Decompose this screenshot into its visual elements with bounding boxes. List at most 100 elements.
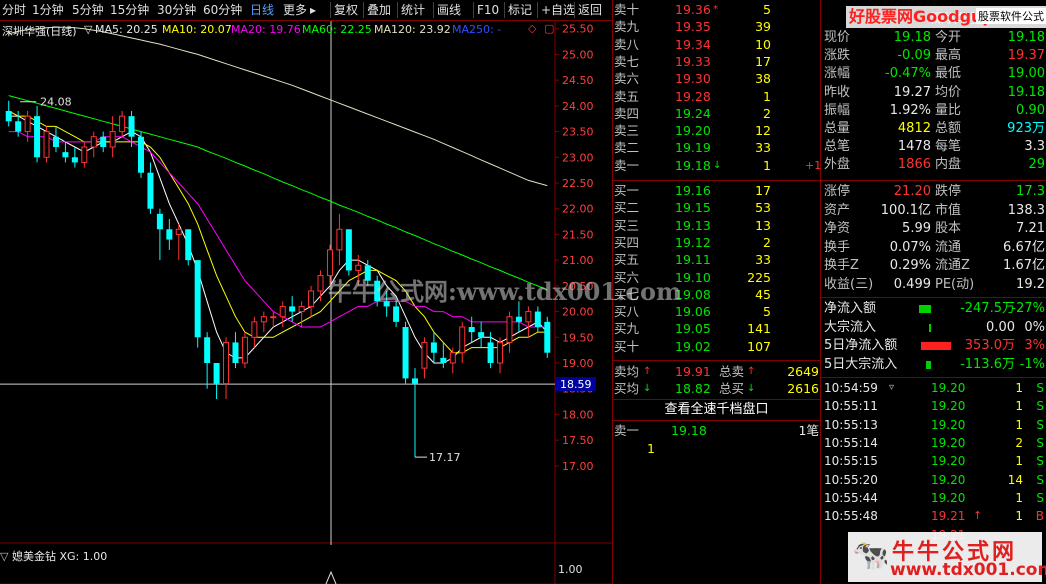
sell-level-row[interactable]: 卖二 19.19 33 <box>613 139 819 156</box>
stat-row: 振幅 1.92% 量比 0.90 <box>821 102 1046 120</box>
ob-volume: 5 <box>763 304 771 320</box>
toolbar-item-13[interactable]: 标记 <box>508 3 532 18</box>
toolbar-item-6[interactable]: 日线 <box>250 3 274 18</box>
toolbar-item-14[interactable]: +自选 <box>541 3 575 18</box>
ma10-label: MA10: 20.07 <box>162 23 232 36</box>
toolbar-item-10[interactable]: 统计 <box>401 3 425 18</box>
tick-row: 10:55:13 19.20 1 S <box>821 417 1046 433</box>
toolbar-item-1[interactable]: 1分钟 <box>32 3 64 18</box>
ma-legend: 深圳华强(日线) ▽ MA5: 20.25 MA10: 20.07 MA20: … <box>0 21 612 38</box>
stat-value: 0.07% <box>889 239 931 255</box>
sell-level-row[interactable]: 卖三 19.20 12 <box>613 122 819 139</box>
ob-price: 19.30 <box>675 71 711 87</box>
stock-title: 深圳华强(日线) <box>2 25 77 38</box>
candle-body <box>62 152 69 158</box>
ob-volume: 45 <box>755 286 771 302</box>
ob-level-label: 卖九 <box>614 19 640 35</box>
candle-body <box>156 213 163 230</box>
more-arrow-icon[interactable]: ▸ <box>310 3 316 18</box>
ob-level-label: 买四 <box>614 234 640 250</box>
flow-value: -113.6万 <box>960 356 1015 372</box>
ob-level-label: 卖八 <box>614 36 640 52</box>
buy-level-row[interactable]: 买二 19.15 53 <box>613 199 819 216</box>
buy-level-row[interactable]: 买四 19.12 2 <box>613 234 819 251</box>
stat-value: 1866 <box>897 157 931 173</box>
stat-label: 涨幅 <box>824 66 851 82</box>
candle-body <box>90 136 97 148</box>
buy-level-row[interactable]: 买九 19.05 141 <box>613 320 819 337</box>
candle-body <box>166 229 173 240</box>
book-divider <box>613 399 820 400</box>
candle-body <box>534 311 541 327</box>
toolbar-item-7[interactable]: 更多 <box>283 3 307 18</box>
ob-volume: 141 <box>747 321 771 337</box>
sell-level-row[interactable]: 卖八 19.34 10 <box>613 36 819 53</box>
stat-value: 138.3 <box>1007 202 1045 218</box>
stat-label: 振幅 <box>824 102 851 118</box>
buy-level-row[interactable]: 买五 19.11 33 <box>613 251 819 268</box>
sell-level-row[interactable]: 卖七 19.33 17 <box>613 53 819 70</box>
toolbar-item-3[interactable]: 15分钟 <box>110 3 149 18</box>
ob-volume: 10 <box>755 36 771 52</box>
candle-body <box>440 357 447 363</box>
stat-value: 21.20 <box>893 184 931 199</box>
period-toolbar: 分时 1分钟 5分钟 15分钟 30分钟 60分钟 日线 更多 ▸ 复权 叠加 统计 画线 F10 标记 +自… <box>0 0 612 21</box>
ma60-label: MA60: 22.25 <box>302 23 372 36</box>
sell1-queue-row: 1 <box>647 441 655 456</box>
tick-dropdown-icon[interactable]: ▿ <box>889 380 894 396</box>
y-axis-label: 25.00 <box>562 48 594 61</box>
toolbar-item-15[interactable]: 返回 <box>578 3 602 18</box>
tick-time: 10:55:11 <box>824 399 878 414</box>
buy-level-row[interactable]: 买一 19.16 17 <box>613 182 819 199</box>
toolbar-item-8[interactable]: 复权 <box>334 3 358 18</box>
candle-body <box>241 336 248 364</box>
tick-time: 10:55:44 <box>824 490 878 505</box>
sell-level-row[interactable]: 卖六 19.30 38 <box>613 70 819 87</box>
ob-volume: 17 <box>755 53 771 69</box>
sell-level-row[interactable]: 卖五 19.28 1 <box>613 88 819 105</box>
stat-label: 换手Z <box>824 258 859 274</box>
sell-level-row[interactable]: 卖一 19.18 ↓ 1 +1 <box>613 157 821 174</box>
stat-label: 净资 <box>824 221 851 237</box>
buy-level-row[interactable]: 买十 19.02 107 <box>613 338 819 355</box>
flow-label: 5日大宗流入 <box>824 356 898 372</box>
candle-body <box>34 116 41 158</box>
candle-body <box>468 327 475 333</box>
toggle-icon[interactable]: ▽ <box>84 23 92 36</box>
tick-side: S <box>1036 399 1044 414</box>
toolbar-item-4[interactable]: 30分钟 <box>157 3 196 18</box>
ma250-label: MA250: - <box>452 23 502 36</box>
indicator-toggle-icon[interactable]: ▽ <box>0 550 8 563</box>
stat-value: 0.29% <box>889 258 931 274</box>
sell-level-row[interactable]: 卖十 19.36 * 5 <box>613 1 819 18</box>
toolbar-item-12[interactable]: F10 <box>477 3 499 18</box>
toolbar-item-2[interactable]: 5分钟 <box>72 3 104 18</box>
buy-level-row[interactable]: 买三 19.13 13 <box>613 217 819 234</box>
stat-value: 1.92% <box>889 102 931 118</box>
ob-level-label: 买三 <box>614 217 640 233</box>
flow-percent: -27% <box>1011 301 1045 316</box>
toolbar-item-9[interactable]: 叠加 <box>367 3 391 18</box>
window-close-icon[interactable]: ▢ <box>544 22 554 35</box>
ob-level-label: 买一 <box>614 183 640 198</box>
toolbar-item-11[interactable]: 画线 <box>437 3 461 18</box>
stat-label: 外盘 <box>824 157 851 173</box>
candle-body <box>204 337 211 363</box>
tick-row: 10:55:48 19.21 ↑ 1 B <box>821 508 1046 524</box>
sell-level-row[interactable]: 卖九 19.35 39 <box>613 18 819 35</box>
sell-level-row[interactable]: 卖四 19.24 2 <box>613 105 819 122</box>
ob-volume: 13 <box>755 217 771 233</box>
stat-label: 最高 <box>935 48 962 64</box>
book-divider <box>613 420 820 421</box>
ob-level-label: 卖二 <box>614 140 640 156</box>
candle-body <box>71 157 78 163</box>
toolbar-separator <box>363 2 364 18</box>
toolbar-item-0[interactable]: 分时 <box>2 3 26 18</box>
candle-body <box>459 326 466 354</box>
full-depth-button[interactable]: 查看全速千档盘口 <box>613 401 820 419</box>
top-right-watermark: 股票软件公式 <box>976 8 1046 24</box>
fund-flow-row: 5日大宗流入 -113.6万 -1% <box>821 356 1046 374</box>
toolbar-item-5[interactable]: 60分钟 <box>203 3 242 18</box>
cow-icon: 🐄 <box>852 538 890 573</box>
diamond-icon[interactable]: ◇ <box>528 22 536 35</box>
